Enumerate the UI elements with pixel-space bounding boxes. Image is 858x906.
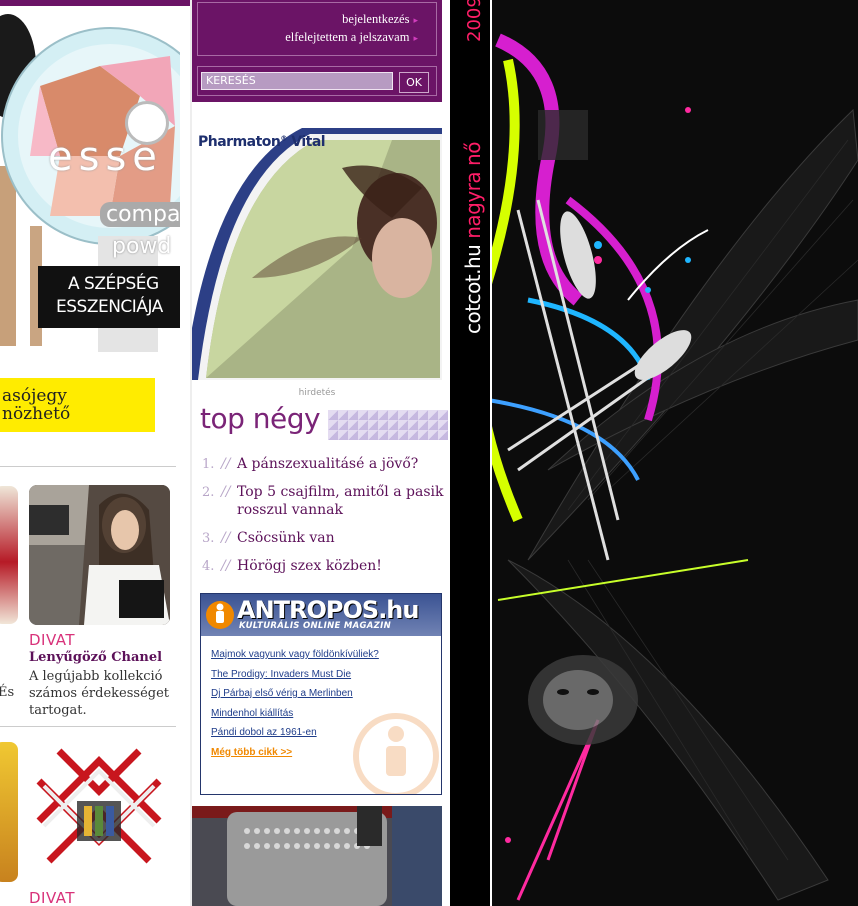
top-list-link[interactable]: Csöcsünk van bbox=[237, 530, 335, 546]
brand-panel[interactable]: 2009 cotcot.hu nagyra nő bbox=[448, 0, 858, 906]
top-list-item[interactable]: 4. // Hörögj szex közben! bbox=[200, 557, 444, 575]
antropos-link[interactable]: Majmok vagyunk vagy földönkívüliek? bbox=[211, 649, 379, 660]
antropos-logo: ANTROPOS.hu bbox=[237, 596, 419, 624]
top-list-item[interactable]: 3. // Csöcsünk van bbox=[200, 529, 444, 547]
top-list-link[interactable]: Top 5 csajfilm, amitől a pasik rosszul v… bbox=[237, 484, 444, 518]
pharmaton-name: Vital bbox=[291, 134, 326, 150]
antropos-header[interactable]: ANTROPOS.hu KULTURÁLIS ONLINE MAGAZIN bbox=[201, 594, 441, 636]
article-thumb-partial-1[interactable] bbox=[0, 486, 18, 624]
yellow-promo-box[interactable]: asójegy nözhető bbox=[0, 378, 155, 432]
essence-brand: esse bbox=[48, 134, 163, 180]
divider bbox=[0, 466, 176, 467]
antropos-subtitle: KULTURÁLIS ONLINE MAGAZIN bbox=[239, 621, 392, 631]
article-thumb-partial-2[interactable] bbox=[0, 742, 18, 882]
top-list-number: 4. bbox=[202, 559, 215, 574]
login-link[interactable]: bejelentkezés ▸ bbox=[198, 12, 436, 27]
login-box: bejelentkezés ▸ elfelejtettem a jelszavam… bbox=[192, 0, 442, 102]
antropos-figure-icon bbox=[206, 601, 234, 629]
article-thumb-bookshelf[interactable] bbox=[29, 741, 170, 883]
pharmaton-ad[interactable]: Pharmaton® Vital bbox=[192, 128, 442, 380]
top-list-link[interactable]: Hörögj szex közben! bbox=[237, 558, 382, 574]
top-list-link[interactable]: A pánszexualitásé a jövő? bbox=[237, 456, 418, 472]
yellow-promo-line-2: nözhető bbox=[2, 404, 71, 424]
top-negy-title: top négy bbox=[200, 402, 321, 435]
article-1-text-line-1: A legújabb kollekció bbox=[29, 669, 163, 684]
search-ok-button[interactable]: OK bbox=[399, 72, 429, 93]
login-link-text: bejelentkezés bbox=[342, 12, 410, 26]
slash-icon: // bbox=[221, 558, 231, 574]
essence-ad-banner[interactable]: esse compa powd A SZÉPSÉG ESSZENCIÁJA bbox=[0, 6, 180, 352]
article-1-text: A legújabb kollekció számos érdekességet… bbox=[29, 668, 169, 719]
article-2-category[interactable]: DIVAT bbox=[29, 889, 75, 906]
chanel-photo bbox=[29, 485, 170, 625]
top-list-item[interactable]: 1. // A pánszexualitásé a jövő? bbox=[200, 455, 444, 473]
brand-strip-inner bbox=[450, 0, 490, 906]
slash-icon: // bbox=[221, 456, 231, 472]
article-1-edge-text: És bbox=[0, 685, 15, 700]
ad-label: hirdetés bbox=[298, 388, 336, 398]
gas-ad[interactable] bbox=[192, 806, 442, 906]
page: esse compa powd A SZÉPSÉG ESSZENCIÁJA as… bbox=[0, 0, 858, 906]
middle-column: bejelentkezés ▸ elfelejtettem a jelszavam… bbox=[192, 0, 448, 906]
brand-site-name: cotcot.hu bbox=[461, 244, 485, 334]
search-input[interactable]: KERESÉS bbox=[201, 72, 393, 90]
brand-artwork bbox=[448, 0, 858, 906]
article-1-category[interactable]: DIVAT bbox=[29, 631, 75, 649]
antropos-more-link[interactable]: Még több cikk >> bbox=[211, 747, 379, 758]
arrow-icon: ▸ bbox=[413, 15, 418, 25]
gas-belt-photo bbox=[192, 806, 442, 906]
top-negy-list: 1. // A pánszexualitásé a jövő? 2. // Top 5 … bbox=[200, 455, 444, 585]
brand-year: 2009 bbox=[464, 0, 485, 42]
essence-compact-text: compa bbox=[100, 202, 180, 227]
forgot-password-text: elfelejtettem a jelszavam bbox=[285, 30, 410, 44]
brand-strip bbox=[448, 0, 492, 906]
top-list-number: 2. bbox=[202, 485, 215, 500]
article-1-text-line-2: számos érdekességet bbox=[29, 686, 169, 701]
article-thumb-chanel[interactable] bbox=[29, 485, 170, 625]
brand-tagline: nagyra nő bbox=[461, 142, 485, 239]
antropos-link[interactable]: Dj Párbaj első vérig a Merlinben bbox=[211, 688, 379, 699]
antropos-link[interactable]: Pándi dobol az 1961-en bbox=[211, 727, 379, 738]
essence-slogan-1: A SZÉPSÉG bbox=[68, 274, 159, 294]
top-list-number: 3. bbox=[202, 531, 215, 546]
brand-vertical-text: cotcot.hu nagyra nő bbox=[461, 142, 485, 334]
pharmaton-logo: Pharmaton® Vital bbox=[198, 134, 326, 150]
top-list-number: 1. bbox=[202, 457, 215, 472]
forgot-password-link[interactable]: elfelejtettem a jelszavam ▸ bbox=[198, 30, 436, 45]
arrow-icon: ▸ bbox=[413, 33, 418, 43]
antropos-link[interactable]: Mindenhol kiállítás bbox=[211, 708, 379, 719]
essence-slogan-2: ESSZENCIÁJA bbox=[56, 297, 163, 317]
pharmaton-brand: Pharmaton bbox=[198, 134, 281, 150]
left-column: esse compa powd A SZÉPSÉG ESSZENCIÁJA as… bbox=[0, 0, 190, 906]
essence-powder-text: powd bbox=[112, 234, 172, 259]
antropos-link[interactable]: The Prodigy: Invaders Must Die bbox=[211, 669, 379, 680]
divider bbox=[0, 726, 176, 727]
article-1-title[interactable]: Lenyűgöző Chanel bbox=[29, 650, 162, 665]
triangle-pattern-icon bbox=[328, 410, 448, 440]
slash-icon: // bbox=[221, 484, 231, 500]
antropos-widget: ANTROPOS.hu KULTURÁLIS ONLINE MAGAZIN Ma… bbox=[200, 593, 442, 795]
slash-icon: // bbox=[221, 530, 231, 546]
antropos-links: Majmok vagyunk vagy földönkívüliek? The … bbox=[211, 649, 379, 766]
article-1-text-line-3: tartogat. bbox=[29, 703, 87, 718]
bookshelf-photo bbox=[36, 748, 162, 864]
yellow-promo-line-1: asójegy bbox=[2, 386, 67, 406]
login-links-frame: bejelentkezés ▸ elfelejtettem a jelszavam… bbox=[197, 2, 437, 56]
pharmaton-photo bbox=[192, 128, 442, 380]
pharmaton-reg: ® bbox=[280, 134, 287, 143]
top-list-item[interactable]: 2. // Top 5 csajfilm, amitől a pasik rossz… bbox=[200, 483, 444, 519]
